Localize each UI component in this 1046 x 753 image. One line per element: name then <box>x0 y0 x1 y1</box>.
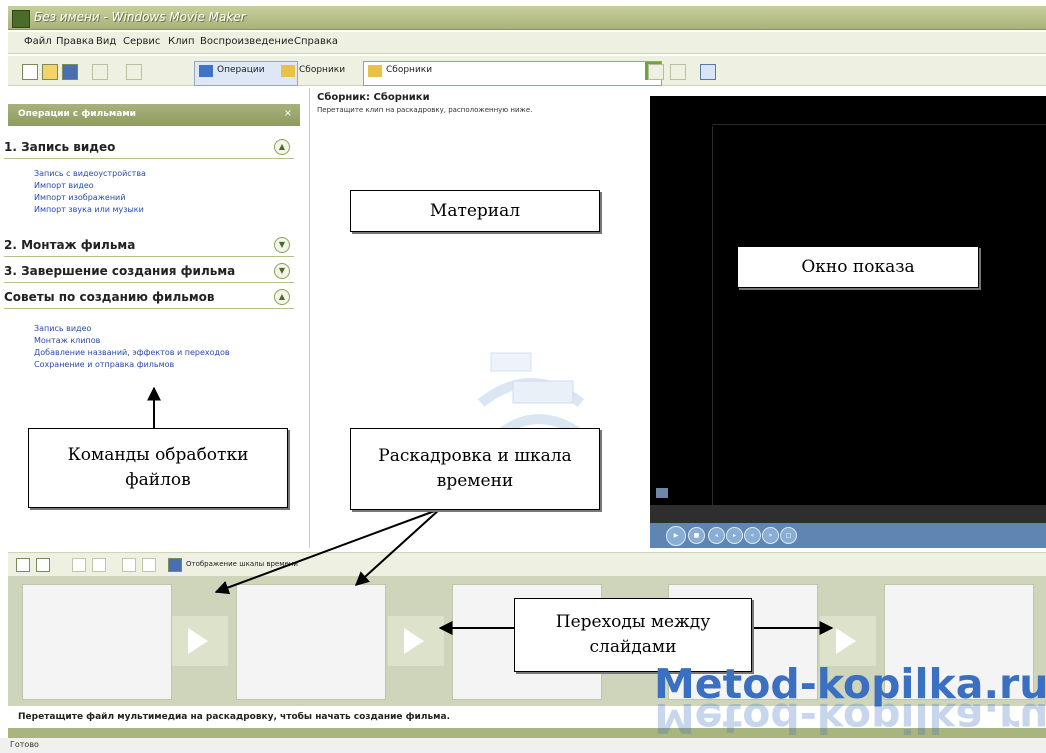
arrow-to-storyboard <box>214 508 441 595</box>
callout-transitions-line2: слайдами <box>589 637 677 657</box>
callout-storyboard-line1: Раскадровка и шкала <box>378 446 572 467</box>
callout-material-text: Материал <box>429 200 521 221</box>
callout-commands: Команды обработки файлов <box>28 428 288 508</box>
callout-preview-text: Окно показа <box>801 256 915 277</box>
callout-commands-line2: файлов <box>125 470 191 490</box>
callout-material: Материал <box>350 190 600 232</box>
arrow-to-storyboard <box>354 508 441 586</box>
callout-storyboard-line2: времени <box>436 471 514 491</box>
callout-preview-window: Окно показа <box>737 246 979 288</box>
watermark-reflection: Metod-kopilka.ru <box>654 694 1046 742</box>
callout-storyboard-timeline: Раскадровка и шкала времени <box>350 428 600 510</box>
callout-commands-line1: Команды обработки <box>67 445 249 466</box>
callout-transitions-line1: Переходы между <box>555 612 711 633</box>
